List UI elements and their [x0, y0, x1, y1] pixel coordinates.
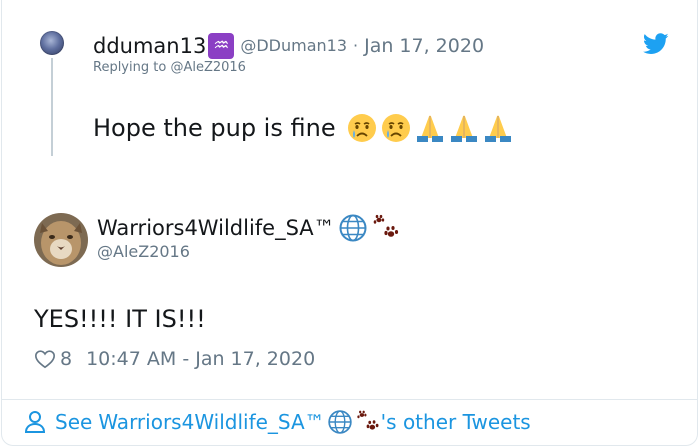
see-other-tweets-link[interactable]: See Warriors4Wildlife_SA™ 's other Tweet — [24, 406, 531, 438]
like-count[interactable]: 8 — [60, 348, 72, 370]
person-icon — [24, 411, 46, 433]
parent-display-name[interactable]: dduman13 — [93, 33, 206, 59]
replying-to-mention[interactable]: @AleZ2016 — [170, 60, 246, 75]
main-tweet-body: YES!!!! IT IS!!! — [34, 305, 206, 333]
parent-tweet-body: Hope the pup is fine — [93, 114, 336, 142]
paw-prints-icon — [373, 214, 398, 237]
parent-date[interactable]: Jan 17, 2020 — [364, 33, 484, 59]
main-name-row: Warriors4Wildlife_SA™ — [97, 213, 401, 243]
main-display-name[interactable]: Warriors4Wildlife_SA™ — [97, 213, 335, 243]
see-prefix: See — [55, 410, 93, 434]
cougar-avatar-image — [34, 213, 88, 267]
embedded-tweet-card: dduman13 ♒ @DDuman13 · Jan 17, 2020 Repl… — [1, 0, 698, 446]
folded-hands-icon — [484, 115, 511, 142]
folded-hands-icon — [416, 115, 443, 142]
see-suffix: 's other Tweets — [380, 410, 531, 434]
footer-divider — [2, 399, 697, 400]
crying-face-icon — [347, 114, 376, 142]
folded-hands-icon — [450, 115, 477, 142]
main-handle[interactable]: @AleZ2016 — [97, 242, 190, 261]
main-avatar[interactable] — [34, 213, 88, 267]
parent-tweet-text: Hope the pup is fine — [93, 111, 514, 145]
globe-icon — [327, 410, 352, 434]
parent-avatar[interactable] — [40, 31, 64, 55]
replying-to-prefix: Replying to — [93, 60, 167, 75]
tweet-timestamp[interactable]: 10:47 AM - Jan 17, 2020 — [86, 348, 315, 370]
separator-dot: · — [353, 36, 359, 55]
aquarius-emoji: ♒ — [208, 33, 235, 59]
parent-tweet-header: dduman13 ♒ @DDuman13 · Jan 17, 2020 — [93, 33, 484, 59]
replying-to-line: Replying to @AleZ2016 — [93, 60, 246, 75]
crying-face-icon — [381, 114, 410, 142]
parent-handle[interactable]: @DDuman13 — [240, 33, 347, 59]
heart-like-icon[interactable] — [34, 348, 56, 370]
tweet-meta-row: 8 10:47 AM - Jan 17, 2020 — [34, 345, 315, 373]
thread-connector-line — [51, 58, 53, 156]
paw-prints-icon — [357, 410, 379, 430]
globe-icon — [339, 214, 367, 242]
twitter-bird-icon[interactable] — [643, 33, 669, 55]
see-name: Warriors4Wildlife_SA™ — [98, 410, 325, 434]
